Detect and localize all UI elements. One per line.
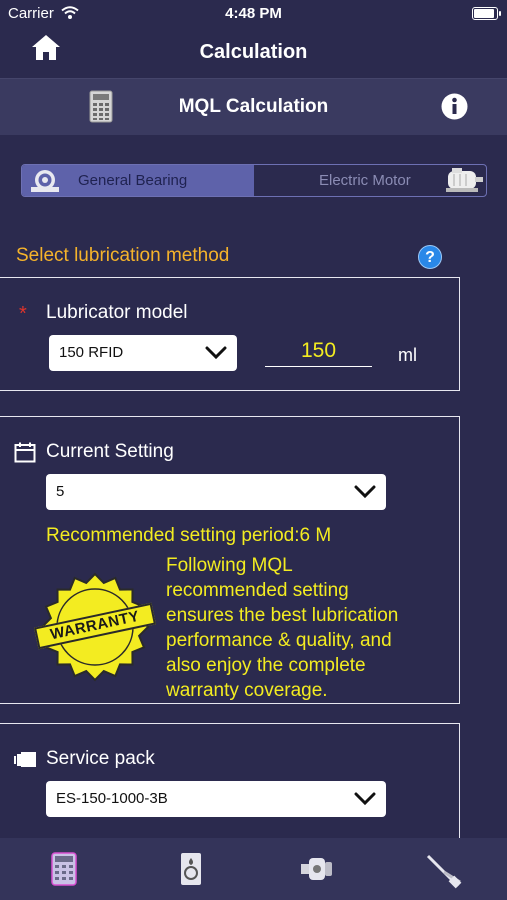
calendar-icon	[14, 442, 36, 463]
service-pack-select[interactable]: ES-150-1000-3B	[46, 781, 386, 817]
required-mark: *	[19, 303, 27, 325]
warranty-note: Following MQL recommended setting ensure…	[166, 553, 398, 703]
segment-label-general: General Bearing	[78, 172, 188, 189]
tab-bar	[0, 838, 507, 900]
calculator-tab-icon	[51, 852, 77, 886]
lubricator-model-select[interactable]: 150 RFID	[49, 335, 237, 371]
current-setting-value: 5	[56, 483, 65, 500]
volume-value: 150	[300, 339, 337, 362]
tab-lubricator[interactable]	[174, 852, 208, 886]
service-pack-value: ES-150-1000-3B	[56, 790, 168, 807]
note-line: recommended setting	[166, 580, 349, 601]
section-title: Select lubrication method	[16, 245, 230, 266]
warranty-badge: WARRANTY	[34, 572, 156, 682]
battery-icon	[472, 7, 501, 20]
nav-bar: Calculation	[0, 28, 507, 78]
chevron-down-icon	[354, 792, 376, 806]
segment-electric-motor[interactable]: Electric Motor	[254, 165, 486, 196]
volume-input[interactable]: 150	[265, 336, 372, 367]
sub-header-title: MQL Calculation	[178, 96, 329, 117]
lubricator-tab-icon	[181, 853, 201, 885]
tab-tools[interactable]	[424, 852, 462, 889]
lubricator-label: Lubricator model	[46, 302, 188, 323]
tab-calculator[interactable]	[47, 852, 81, 886]
note-line: also enjoy the complete	[166, 655, 366, 676]
note-line: warranty coverage.	[166, 680, 328, 701]
page-title: Calculation	[199, 41, 308, 63]
tab-motor[interactable]	[300, 852, 334, 886]
help-icon[interactable]: ?	[418, 245, 442, 269]
note-line: ensures the best lubrication	[166, 605, 399, 626]
tools-tab-icon	[426, 854, 462, 889]
service-pack-icon	[14, 752, 36, 767]
recommended-period: Recommended setting period:6 M	[46, 525, 332, 546]
bearing-icon	[31, 170, 59, 192]
lubricator-model-value: 150 RFID	[59, 344, 124, 361]
current-setting-select[interactable]: 5	[46, 474, 386, 510]
current-setting-panel: Current Setting 5 Recommended setting pe…	[0, 416, 460, 704]
motor-icon	[446, 168, 483, 192]
note-line: performance & quality, and	[166, 630, 392, 651]
sub-header: MQL Calculation	[0, 78, 507, 135]
segment-label-motor: Electric Motor	[319, 172, 411, 189]
chevron-down-icon	[205, 346, 227, 360]
clock: 4:48 PM	[225, 5, 282, 22]
current-setting-label: Current Setting	[46, 441, 174, 462]
motor-tab-icon	[301, 858, 332, 880]
segment-general-bearing[interactable]: General Bearing	[22, 165, 254, 196]
lubricator-panel: * Lubricator model 150 RFID 150 ml	[0, 277, 460, 391]
service-pack-label: Service pack	[46, 748, 155, 769]
info-icon[interactable]	[441, 93, 468, 120]
chevron-down-icon	[354, 485, 376, 499]
volume-unit: ml	[398, 345, 417, 365]
bearing-type-segment: General Bearing Electric Motor	[21, 164, 487, 197]
note-line: Following MQL	[166, 555, 293, 576]
status-bar: Carrier 4:48 PM	[0, 0, 507, 28]
